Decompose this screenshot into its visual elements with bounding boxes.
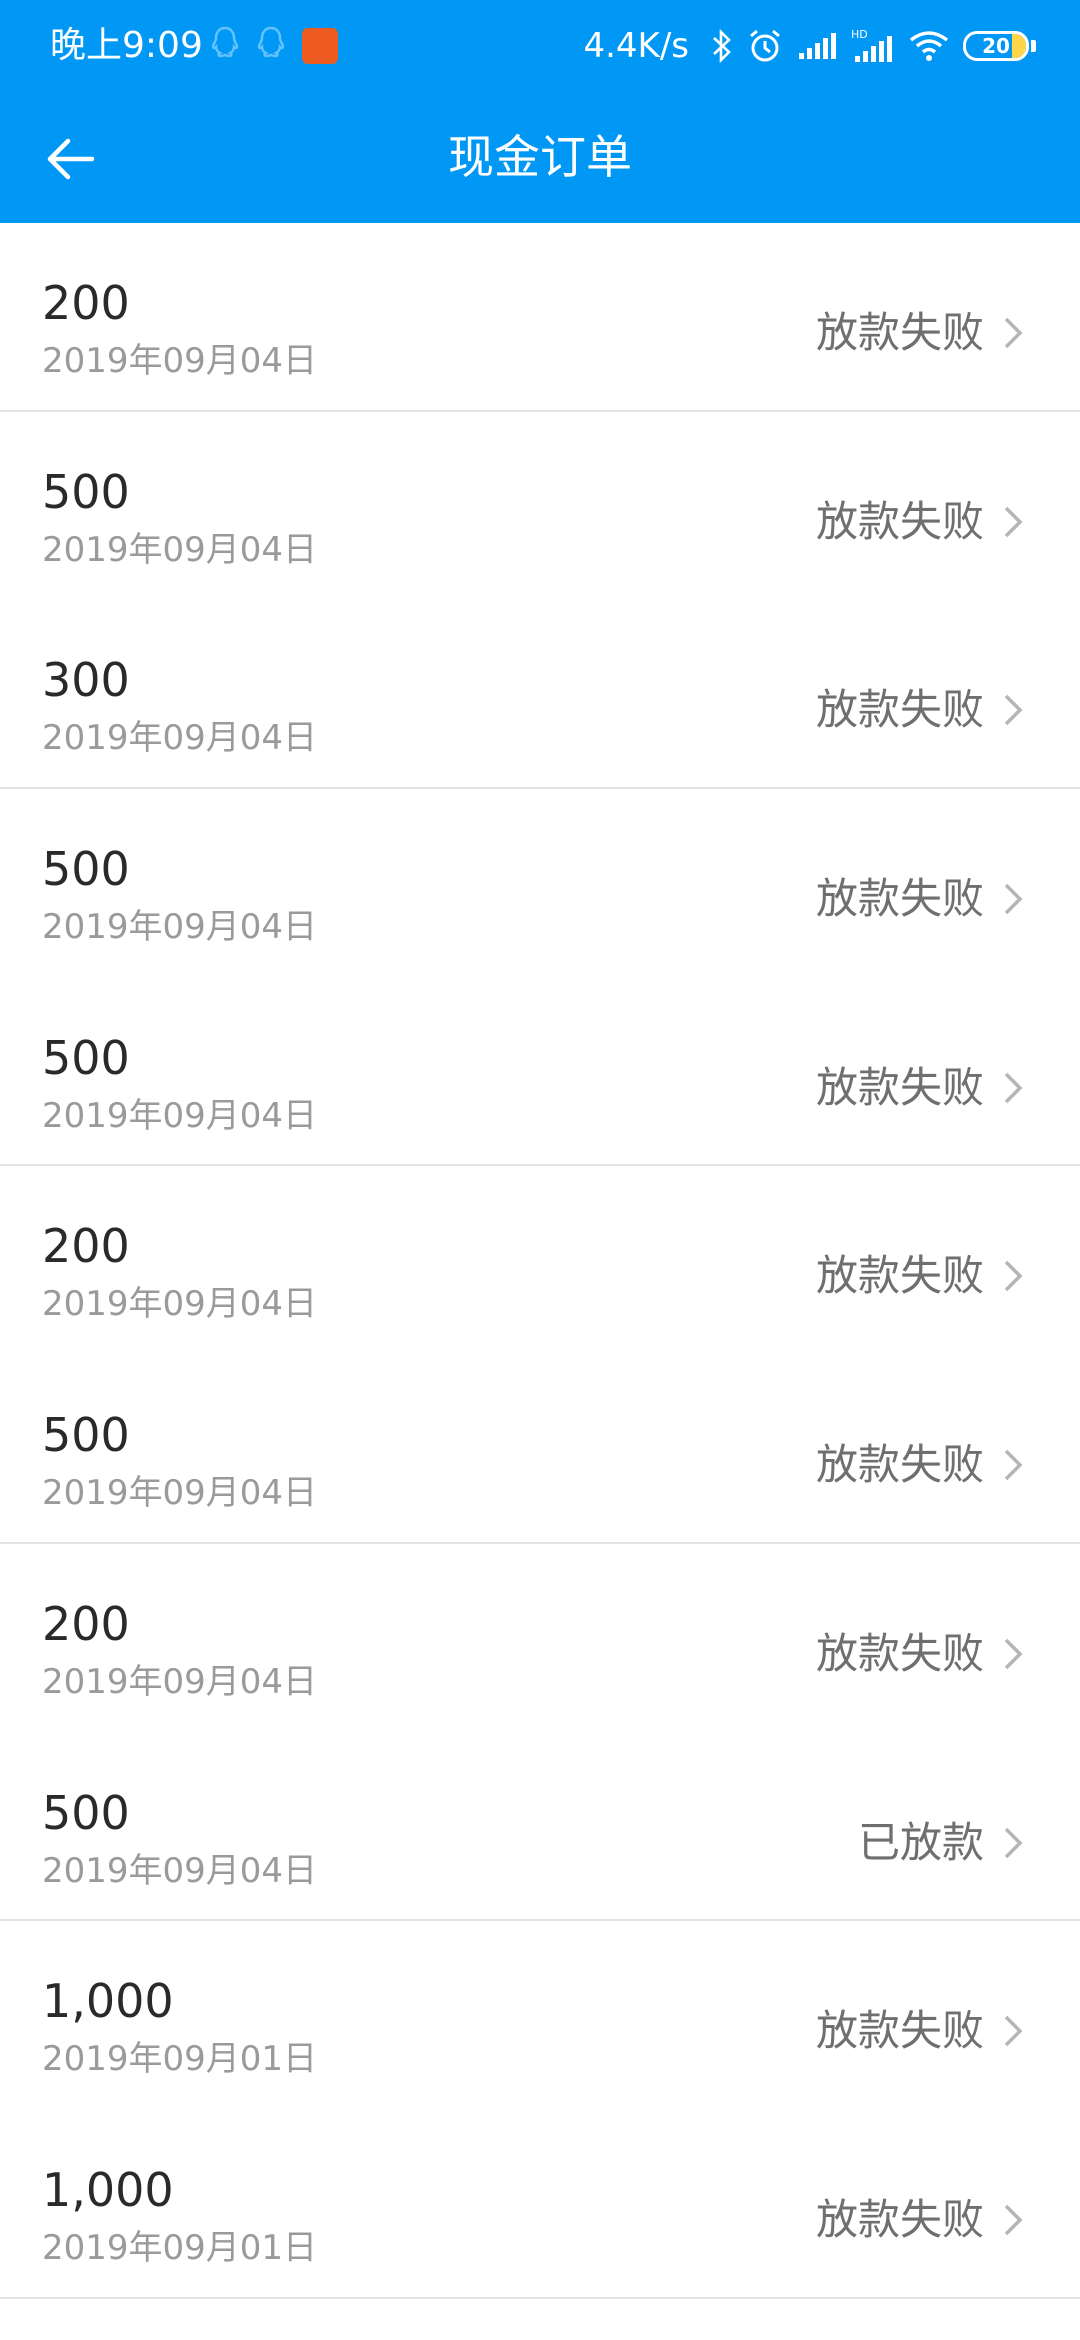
chevron-right-icon [1004, 883, 1023, 915]
order-status: 放款失败 [815, 496, 984, 546]
order-amount: 300 [42, 653, 130, 708]
order-amount: 200 [42, 1219, 130, 1274]
order-status: 放款失败 [815, 1440, 984, 1490]
order-date: 2019年09月04日 [42, 341, 318, 381]
order-item[interactable]: 1,000 2019年09月01日 放款失败 [0, 1921, 1080, 2110]
chevron-right-icon [1004, 1261, 1023, 1292]
order-amount: 500 [42, 464, 130, 519]
order-amount: 500 [42, 842, 130, 897]
app-notification-icon [302, 28, 338, 64]
order-status: 放款失败 [815, 2006, 984, 2056]
battery-level: 20 [982, 34, 1010, 58]
qq-icon [210, 26, 240, 66]
order-status: 放款失败 [815, 2194, 984, 2244]
chevron-right-icon [1004, 2204, 1023, 2236]
header: 晚上9:09 4.4K/s HD 20 现金订单 [0, 0, 1080, 223]
order-item[interactable]: 500 2019年09月04日 已放款 [0, 1733, 1080, 1922]
order-date: 2019年09月04日 [42, 1850, 318, 1891]
chevron-right-icon [1004, 317, 1023, 349]
order-amount: 1,000 [42, 2162, 174, 2217]
status-right: 4.4K/s HD 20 [583, 22, 1036, 70]
alarm-icon [747, 28, 783, 64]
order-item[interactable]: 200 2019年09月04日 放款失败 [0, 223, 1080, 412]
svg-text:HD: HD [851, 28, 868, 41]
order-item[interactable]: 500 2019年09月04日 放款失败 [0, 978, 1080, 1167]
order-item[interactable]: 500 2019年09月04日 放款失败 [0, 412, 1080, 601]
chevron-right-icon [1004, 1638, 1023, 1670]
chevron-right-icon [1004, 1072, 1023, 1103]
signal-icon [797, 31, 837, 61]
battery-icon: 20 [963, 31, 1036, 61]
order-status: 放款失败 [815, 1628, 984, 1678]
order-amount: 500 [42, 1030, 130, 1085]
order-list: 200 2019年09月04日 放款失败 500 2019年09月04日 放款失… [0, 223, 1080, 2299]
order-date: 2019年09月01日 [42, 2227, 318, 2268]
chevron-right-icon [1004, 506, 1023, 537]
order-date: 2019年09月04日 [42, 1095, 318, 1136]
order-status: 已放款 [857, 1817, 984, 1867]
order-item[interactable]: 300 2019年09月04日 放款失败 [0, 600, 1080, 790]
net-speed: 4.4K/s [583, 26, 689, 66]
order-status: 放款失败 [815, 1062, 984, 1112]
order-date: 2019年09月04日 [42, 1284, 318, 1325]
status-time: 晚上9:09 [50, 25, 203, 66]
order-date: 2019年09月04日 [42, 1661, 318, 1702]
order-amount: 200 [42, 276, 130, 330]
hd-signal-icon: HD [851, 28, 895, 64]
order-date: 2019年09月04日 [42, 1473, 318, 1514]
order-item[interactable]: 500 2019年09月04日 放款失败 [0, 789, 1080, 978]
app-bar: 现金订单 [0, 95, 1080, 223]
order-status: 放款失败 [815, 874, 984, 924]
order-amount: 500 [42, 1408, 130, 1463]
order-status: 放款失败 [815, 308, 984, 357]
notification-icons [210, 24, 354, 68]
order-date: 2019年09月04日 [42, 907, 318, 948]
chevron-right-icon [1004, 695, 1023, 726]
order-date: 2019年09月04日 [42, 718, 318, 759]
order-amount: 500 [42, 1785, 130, 1840]
bluetooth-icon [711, 29, 733, 63]
order-amount: 200 [42, 1596, 130, 1651]
status-bar: 晚上9:09 4.4K/s HD 20 [0, 0, 1080, 95]
order-date: 2019年09月01日 [42, 2039, 318, 2080]
chevron-right-icon [1004, 1449, 1023, 1481]
order-item[interactable]: 500 2019年09月04日 放款失败 [0, 1355, 1080, 1544]
order-item[interactable]: 200 2019年09月04日 放款失败 [0, 1166, 1080, 1355]
chevron-right-icon [1004, 2015, 1023, 2047]
wifi-icon [909, 30, 949, 62]
order-status: 放款失败 [815, 1251, 984, 1301]
qq-icon [256, 26, 286, 66]
page-title: 现金订单 [448, 130, 632, 184]
order-item[interactable]: 1,000 2019年09月01日 放款失败 [0, 2110, 1080, 2299]
chevron-right-icon [1004, 1827, 1023, 1858]
order-amount: 1,000 [42, 1974, 174, 2029]
order-date: 2019年09月04日 [42, 529, 318, 570]
order-item[interactable]: 200 2019年09月04日 放款失败 [0, 1544, 1080, 1733]
order-status: 放款失败 [815, 685, 984, 735]
